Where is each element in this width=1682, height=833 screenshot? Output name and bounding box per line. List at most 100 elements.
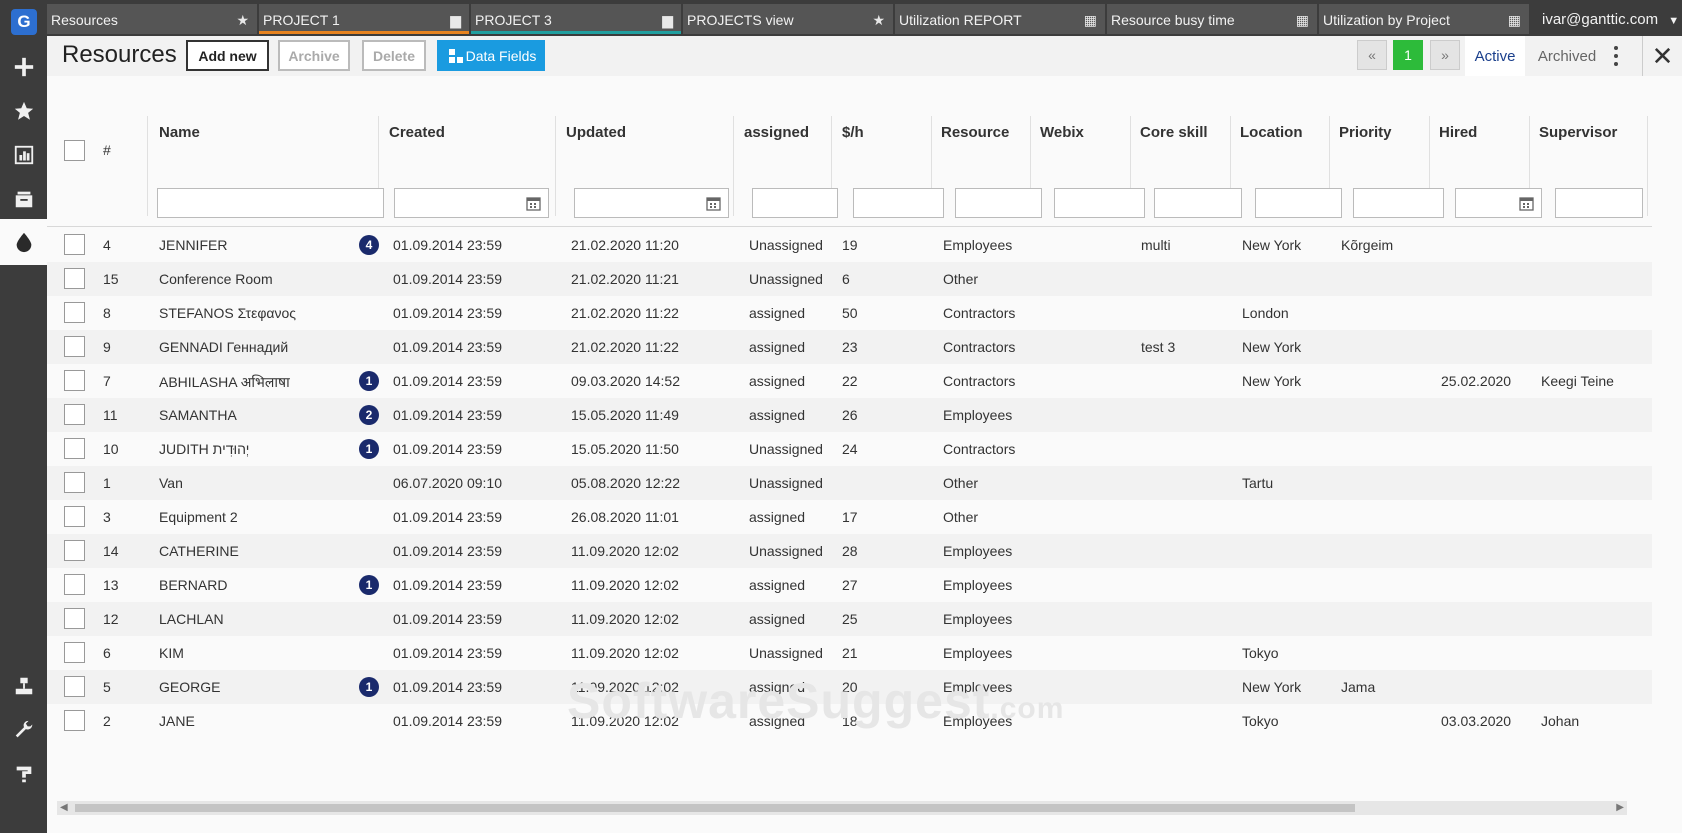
cell-name[interactable]: JUDITH יְהוּדִית — [159, 441, 249, 457]
more-options-icon[interactable] — [1608, 44, 1624, 68]
table-row[interactable]: 10 JUDITH יְהוּדִית 01.09.2014 23:59 15.05.… — [47, 432, 1652, 466]
star-icon[interactable]: ★ — [236, 12, 249, 29]
row-checkbox[interactable] — [64, 608, 85, 629]
row-checkbox[interactable] — [64, 370, 85, 391]
column-header-webix[interactable]: Webix — [1040, 124, 1084, 141]
table-row[interactable]: 9 GENNADI Геннадий 01.09.2014 23:59 21.02.2… — [47, 330, 1652, 364]
filter-core-skill-input[interactable] — [1154, 188, 1242, 218]
star-icon[interactable] — [0, 88, 47, 134]
cell-name[interactable]: BERNARD — [159, 577, 227, 593]
filter-location-input[interactable] — [1255, 188, 1342, 218]
cell-name[interactable]: GENNADI Геннадий — [159, 339, 288, 355]
column-header-id[interactable]: # — [103, 142, 111, 158]
filter-hired-input[interactable] — [1455, 188, 1542, 218]
table-row[interactable]: 4 JENNIFER 01.09.2014 23:59 21.02.2020 11:2… — [47, 228, 1652, 262]
tab-utilization-report[interactable]: Utilization REPORT ▦ — [895, 4, 1105, 34]
row-checkbox[interactable] — [64, 438, 85, 459]
row-checkbox[interactable] — [64, 642, 85, 663]
cell-name[interactable]: JENNIFER — [159, 237, 227, 253]
archive-button[interactable]: Archive — [278, 40, 350, 71]
tab-project-3[interactable]: PROJECT 3 ▆ — [471, 4, 681, 34]
table-row[interactable]: 7 ABHILASHA अभिलाषा 01.09.2014 23:59 09.03.… — [47, 364, 1652, 398]
filter-created-input[interactable] — [394, 188, 549, 218]
drop-icon[interactable] — [0, 219, 47, 265]
column-header-priority[interactable]: Priority — [1339, 124, 1392, 141]
select-all-checkbox[interactable] — [64, 140, 85, 161]
cell-name[interactable]: Conference Room — [159, 271, 273, 287]
sitemap-icon[interactable] — [0, 663, 47, 709]
tab-active[interactable]: Active — [1465, 36, 1525, 76]
scrollbar-thumb[interactable] — [75, 804, 1355, 812]
cell-name[interactable]: Equipment 2 — [159, 509, 238, 525]
cell-name[interactable]: Van — [159, 475, 183, 491]
pager-current-page[interactable]: 1 — [1393, 40, 1423, 70]
data-fields-button[interactable]: Data Fields — [437, 40, 545, 71]
column-header-resource[interactable]: Resource — [941, 124, 1009, 141]
cell-name[interactable]: KIM — [159, 645, 184, 661]
help-icon[interactable] — [0, 751, 47, 797]
row-checkbox[interactable] — [64, 404, 85, 425]
table-row[interactable]: 14 CATHERINE 01.09.2014 23:59 11.09.2020 12… — [47, 534, 1652, 568]
cell-name[interactable]: ABHILASHA अभिलाषा — [159, 373, 290, 392]
row-checkbox[interactable] — [64, 302, 85, 323]
table-row[interactable]: 6 KIM 01.09.2014 23:59 11.09.2020 12:02 Unas… — [47, 636, 1652, 670]
filter-rate-input[interactable] — [853, 188, 944, 218]
wrench-icon[interactable] — [0, 707, 47, 753]
filter-updated-input[interactable] — [574, 188, 729, 218]
row-checkbox[interactable] — [64, 472, 85, 493]
row-checkbox[interactable] — [64, 268, 85, 289]
column-header-assigned[interactable]: assigned — [744, 124, 809, 141]
user-menu[interactable]: ivar@ganttic.com ▼ — [1542, 0, 1682, 36]
table-row[interactable]: 1 Van 06.07.2020 09:10 05.08.2020 12:22 Unas… — [47, 466, 1652, 500]
tab-resources[interactable]: Resources ★ — [47, 4, 257, 34]
pager-first-button[interactable]: « — [1357, 40, 1387, 70]
tab-archived[interactable]: Archived — [1530, 36, 1604, 76]
filter-assigned-input[interactable] — [752, 188, 838, 218]
table-row[interactable]: 11 SAMANTHA 01.09.2014 23:59 15.05.2020 11:… — [47, 398, 1652, 432]
row-checkbox[interactable] — [64, 676, 85, 697]
cell-name[interactable]: GEORGE — [159, 679, 220, 695]
chart-icon[interactable] — [0, 132, 47, 178]
table-row[interactable]: 3 Equipment 2 01.09.2014 23:59 26.08.2020 1… — [47, 500, 1652, 534]
filter-priority-input[interactable] — [1353, 188, 1444, 218]
scroll-left-icon[interactable]: ◀ — [60, 802, 68, 813]
calendar-icon[interactable] — [526, 196, 541, 211]
plus-icon[interactable] — [0, 44, 47, 90]
horizontal-scrollbar[interactable]: ◀ ▶ — [57, 801, 1627, 815]
filter-supervisor-input[interactable] — [1555, 188, 1643, 218]
tab-utilization-by-project[interactable]: Utilization by Project ▦ — [1319, 4, 1529, 34]
scroll-right-icon[interactable]: ▶ — [1616, 802, 1624, 813]
filter-name-input[interactable] — [157, 188, 384, 218]
row-checkbox[interactable] — [64, 234, 85, 255]
row-checkbox[interactable] — [64, 710, 85, 731]
column-header-rate[interactable]: $/h — [842, 124, 864, 141]
star-icon[interactable]: ★ — [872, 12, 885, 29]
column-header-location[interactable]: Location — [1240, 124, 1303, 141]
table-row[interactable]: 8 STEFANOS Στεφανος 01.09.2014 23:59 21.02.… — [47, 296, 1652, 330]
tab-project-1[interactable]: PROJECT 1 ▆ — [259, 4, 469, 34]
row-checkbox[interactable] — [64, 336, 85, 357]
folders-icon[interactable] — [0, 176, 47, 222]
tab-projects-view[interactable]: PROJECTS view ★ — [683, 4, 893, 34]
close-icon[interactable]: ✕ — [1642, 36, 1682, 76]
row-checkbox[interactable] — [64, 540, 85, 561]
filter-webix-input[interactable] — [1054, 188, 1145, 218]
table-row[interactable]: 12 LACHLAN 01.09.2014 23:59 11.09.2020 12:0… — [47, 602, 1652, 636]
column-header-created[interactable]: Created — [389, 124, 445, 141]
cell-name[interactable]: LACHLAN — [159, 611, 224, 627]
column-header-core-skill[interactable]: Core skill — [1140, 124, 1208, 141]
ganttic-logo[interactable]: G — [11, 9, 37, 35]
cell-name[interactable]: CATHERINE — [159, 543, 239, 559]
column-header-hired[interactable]: Hired — [1439, 124, 1477, 141]
column-header-supervisor[interactable]: Supervisor — [1539, 124, 1617, 141]
tab-resource-busy-time[interactable]: Resource busy time ▦ — [1107, 4, 1317, 34]
pager-last-button[interactable]: » — [1430, 40, 1460, 70]
delete-button[interactable]: Delete — [362, 40, 426, 71]
column-header-updated[interactable]: Updated — [566, 124, 626, 141]
filter-resource-input[interactable] — [955, 188, 1042, 218]
calendar-icon[interactable] — [706, 196, 721, 211]
row-checkbox[interactable] — [64, 574, 85, 595]
add-new-button[interactable]: Add new — [186, 40, 269, 71]
cell-name[interactable]: STEFANOS Στεφανος — [159, 305, 296, 321]
row-checkbox[interactable] — [64, 506, 85, 527]
